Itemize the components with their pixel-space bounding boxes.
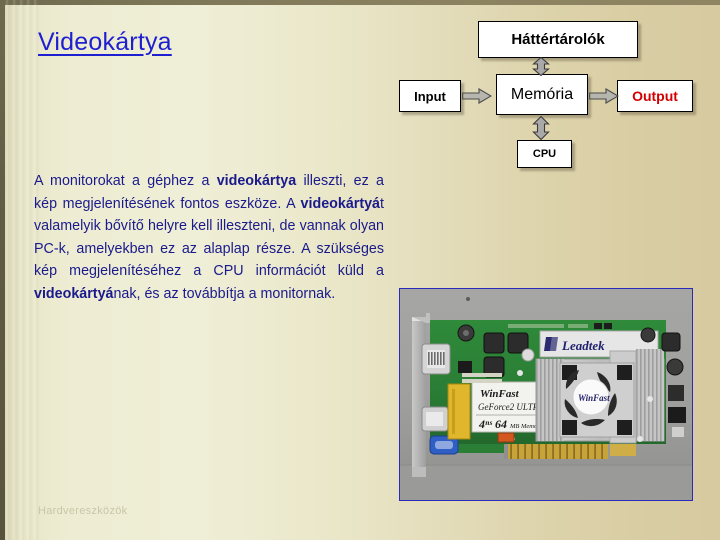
photo-label-winfast: WinFast	[480, 388, 520, 400]
diagram-box-memory: Memória	[496, 74, 588, 115]
arrow-storage-memory-icon	[531, 57, 551, 76]
body-segment-1: videokártya	[216, 173, 297, 189]
photo-label-model: GeForce2 ULTRA	[478, 402, 544, 412]
page-title: Videokártya	[38, 28, 172, 56]
diagram-box-input: Input	[399, 80, 461, 112]
arrow-input-memory-icon	[462, 88, 492, 104]
body-segment-3: videokártyá	[300, 195, 381, 212]
photo-label-leadtek: Leadtek	[561, 338, 605, 353]
videocard-photo: WinFast GeForce2 ULTRA 4ⁿˢ 64 MB Memory …	[399, 288, 693, 501]
diagram-box-storage-label: Háttértárolók	[511, 31, 605, 48]
diagram-box-output-label: Output	[632, 88, 678, 104]
diagram-box-input-label: Input	[414, 88, 446, 104]
body-segment-0: A monitorokat a géphez a	[34, 173, 217, 189]
slide-footer-label: Hardvereszközök	[38, 505, 128, 517]
slide-canvas: Videokártya A monitorokat a géphez a vid…	[0, 0, 720, 540]
slide-top-border	[0, 0, 720, 5]
diagram-box-cpu: CPU	[517, 140, 572, 168]
body-segment-5: videokártyá	[34, 285, 114, 302]
photo-label-memory: 4ⁿˢ 64	[478, 417, 507, 431]
arrow-memory-cpu-icon	[531, 116, 551, 140]
diagram-box-storage: Háttértárolók	[478, 21, 638, 58]
arrow-memory-output-icon	[589, 88, 619, 104]
body-segment-6: nak, és az továbbítja a monitornak.	[113, 285, 336, 302]
diagram-box-cpu-label: CPU	[532, 148, 557, 160]
body-paragraph: A monitorokat a géphez a videokártya ill…	[34, 170, 384, 306]
diagram-box-memory-label: Memória	[510, 85, 574, 103]
diagram-box-output: Output	[617, 80, 693, 112]
photo-label-fan-hub: WinFast	[578, 393, 610, 403]
